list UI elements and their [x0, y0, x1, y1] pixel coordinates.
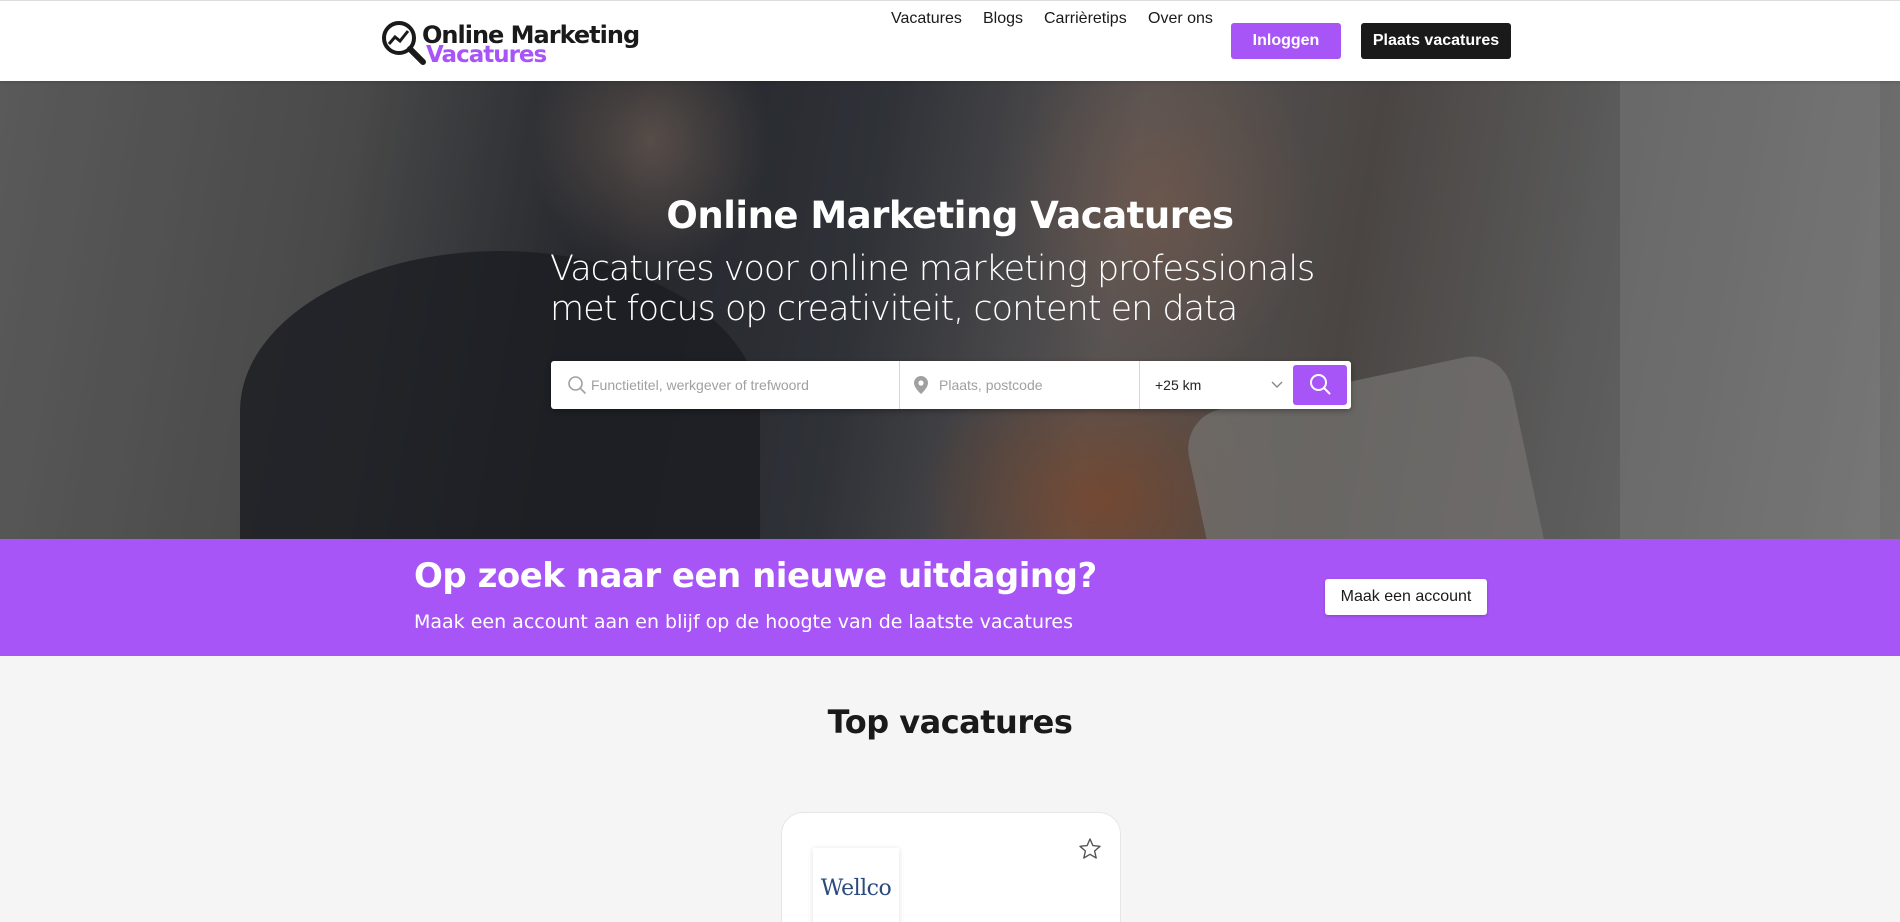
- nav-blogs[interactable]: Blogs: [983, 10, 1023, 28]
- nav-vacatures[interactable]: Vacatures: [891, 10, 962, 28]
- hero-title: Online Marketing Vacatures: [666, 194, 1234, 237]
- location-input[interactable]: [939, 377, 1135, 393]
- search-icon: [568, 376, 586, 394]
- radius-select[interactable]: +25 km: [1155, 361, 1285, 409]
- site-header: Online Marketing Vacatures Vacatures Blo…: [0, 0, 1900, 81]
- create-account-button[interactable]: Maak een account: [1325, 579, 1487, 615]
- magnifier-chart-icon: [382, 21, 426, 65]
- keyword-field: [567, 361, 895, 409]
- company-logo-text: Wellco: [820, 875, 892, 901]
- chevron-down-icon: [1271, 381, 1283, 388]
- post-vacancies-button[interactable]: Plaats vacatures: [1361, 23, 1511, 59]
- job-card[interactable]: Wellco: [781, 812, 1121, 922]
- signup-banner: Op zoek naar een nieuwe uitdaging? Maak …: [0, 539, 1900, 656]
- nav-over-ons[interactable]: Over ons: [1148, 10, 1213, 28]
- hero-section: Online Marketing Vacatures Vacatures voo…: [0, 81, 1900, 539]
- top-vacancies-title: Top vacatures: [827, 703, 1073, 741]
- star-icon[interactable]: [1078, 837, 1102, 861]
- banner-text: Maak een account aan en blijf op de hoog…: [414, 611, 1074, 633]
- search-submit-button[interactable]: [1293, 365, 1347, 405]
- search-icon: [1310, 373, 1331, 394]
- hero-subtitle: Vacatures voor online marketing professi…: [550, 249, 1315, 329]
- search-divider: [1139, 361, 1140, 409]
- site-logo[interactable]: Online Marketing Vacatures: [380, 17, 640, 68]
- radius-value: +25 km: [1155, 377, 1202, 393]
- job-search-form: +25 km: [551, 361, 1351, 409]
- nav-carrieretips[interactable]: Carrièretips: [1044, 10, 1127, 28]
- company-logo: Wellco: [813, 848, 899, 922]
- location-pin-icon: [914, 376, 928, 394]
- logo-text-secondary: Vacatures: [426, 42, 547, 68]
- location-field: [913, 361, 1135, 409]
- search-divider: [899, 361, 900, 409]
- login-button[interactable]: Inloggen: [1231, 23, 1341, 59]
- keyword-input[interactable]: [591, 377, 895, 393]
- banner-title: Op zoek naar een nieuwe uitdaging?: [414, 556, 1097, 596]
